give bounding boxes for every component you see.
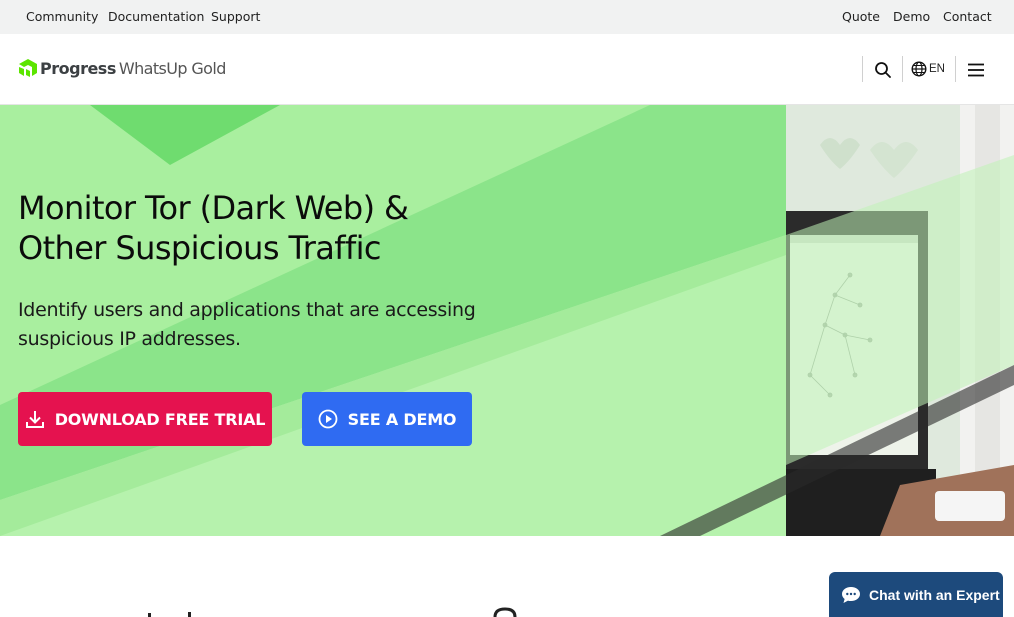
hero-subtitle-line-2: suspicious IP addresses. [18, 328, 241, 350]
hero-subtitle: Identify users and applications that are… [18, 296, 478, 354]
globe-icon [911, 61, 927, 77]
hero-title: Monitor Tor (Dark Web) & Other Suspiciou… [18, 188, 478, 268]
download-free-trial-label: DOWNLOAD FREE TRIAL [54, 409, 266, 429]
download-free-trial-button[interactable]: DOWNLOAD FREE TRIAL [18, 392, 272, 446]
language-selector[interactable]: EN [911, 61, 945, 77]
logo-brand-text: Progress [40, 58, 116, 78]
progress-whatsup-gold-logo[interactable]: Progress WhatsUp Gold [19, 56, 226, 80]
hero-title-line-2: Other Suspicious Traffic [18, 229, 382, 267]
header-divider [862, 56, 863, 82]
chat-with-expert-button[interactable]: Chat with an Expert [829, 572, 1003, 617]
language-label: EN [929, 63, 945, 75]
download-icon [25, 411, 44, 428]
chat-with-expert-label: Chat with an Expert [869, 586, 1000, 603]
documentation-link[interactable]: Documentation [108, 9, 204, 24]
header-divider [902, 56, 903, 82]
contact-link[interactable]: Contact [943, 9, 992, 24]
logo-product-text: WhatsUp Gold [118, 58, 227, 78]
play-circle-icon [318, 409, 338, 429]
hero-title-line-1: Monitor Tor (Dark Web) & [18, 189, 409, 227]
site-header: Progress WhatsUp Gold EN [0, 34, 1014, 105]
support-link[interactable]: Support [211, 9, 260, 24]
chat-bubble-icon [842, 586, 860, 603]
search-icon[interactable] [873, 60, 893, 80]
quote-link[interactable]: Quote [842, 9, 880, 24]
see-a-demo-label: SEE A DEMO [347, 409, 457, 429]
hero-subtitle-line-1: Identify users and applications that are… [18, 299, 476, 321]
header-divider [955, 56, 956, 82]
community-link[interactable]: Community [26, 9, 98, 24]
progress-logo-icon [19, 59, 37, 77]
hamburger-menu-icon[interactable] [966, 60, 986, 80]
demo-link[interactable]: Demo [893, 9, 930, 24]
utility-bar: Community Documentation Support Quote De… [0, 0, 1014, 34]
next-section-heading-fragment [148, 607, 517, 617]
next-section-heading-peek [140, 600, 560, 617]
see-a-demo-button[interactable]: SEE A DEMO [302, 392, 472, 446]
hero-banner: Monitor Tor (Dark Web) & Other Suspiciou… [0, 105, 1014, 536]
